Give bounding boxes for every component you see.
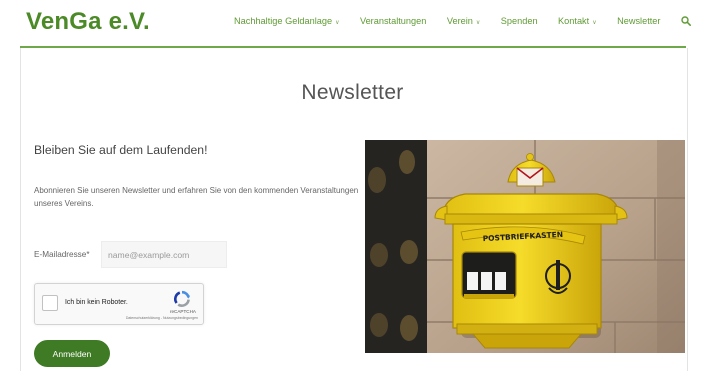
recaptcha-brand: reCAPTCHA xyxy=(169,309,196,314)
site-header: VenGa e.V. Nachhaltige Geldanlage ∨ Vera… xyxy=(0,0,705,48)
search-icon[interactable] xyxy=(681,16,691,26)
recaptcha-widget: Ich bin kein Roboter. reCAPTCHA Datensch… xyxy=(34,283,204,325)
nav-item-nachhaltige-geldanlage[interactable]: Nachhaltige Geldanlage ∨ xyxy=(234,16,339,26)
nav-item-label: Spenden xyxy=(500,16,538,26)
site-logo[interactable]: VenGa e.V. xyxy=(26,8,150,36)
chevron-down-icon: ∨ xyxy=(475,19,481,26)
nav-item-label: Veranstaltungen xyxy=(359,16,427,26)
subscribe-button[interactable]: Anmelden xyxy=(34,340,110,367)
mailbox-photo: POSTBRIEFKASTEN xyxy=(365,140,685,353)
nav-item-spenden[interactable]: Spenden xyxy=(501,16,538,26)
nav-item-newsletter[interactable]: Newsletter xyxy=(617,16,660,26)
nav-item-label: Kontakt xyxy=(558,16,590,26)
chevron-down-icon: ∨ xyxy=(592,19,597,26)
intro-text: Abonnieren Sie unseren Newsletter und er… xyxy=(34,186,359,208)
nav-item-kontakt[interactable]: Kontakt ∨ xyxy=(558,16,597,26)
nav-item-veranstaltungen[interactable]: Veranstaltungen xyxy=(360,16,426,26)
email-label: E-Mailadresse* xyxy=(34,250,90,259)
main-nav: Nachhaltige Geldanlage ∨ Veranstaltungen… xyxy=(234,16,691,26)
nav-item-label: Newsletter xyxy=(617,16,661,26)
recaptcha-checkbox[interactable] xyxy=(42,295,58,311)
recaptcha-label: Ich bin kein Roboter. xyxy=(65,299,128,306)
section-heading: Bleiben Sie auf dem Laufenden! xyxy=(34,143,208,157)
chevron-down-icon: ∨ xyxy=(335,19,340,26)
nav-item-label: Nachhaltige Geldanlage xyxy=(234,16,333,26)
recaptcha-privacy-terms[interactable]: Datenschutzerklärung - Nutzungsbedingung… xyxy=(126,316,198,320)
page-title: Newsletter xyxy=(301,81,404,104)
nav-item-verein[interactable]: Verein ∨ xyxy=(447,16,480,26)
email-input[interactable] xyxy=(101,241,227,268)
nav-item-label: Verein xyxy=(446,16,473,26)
